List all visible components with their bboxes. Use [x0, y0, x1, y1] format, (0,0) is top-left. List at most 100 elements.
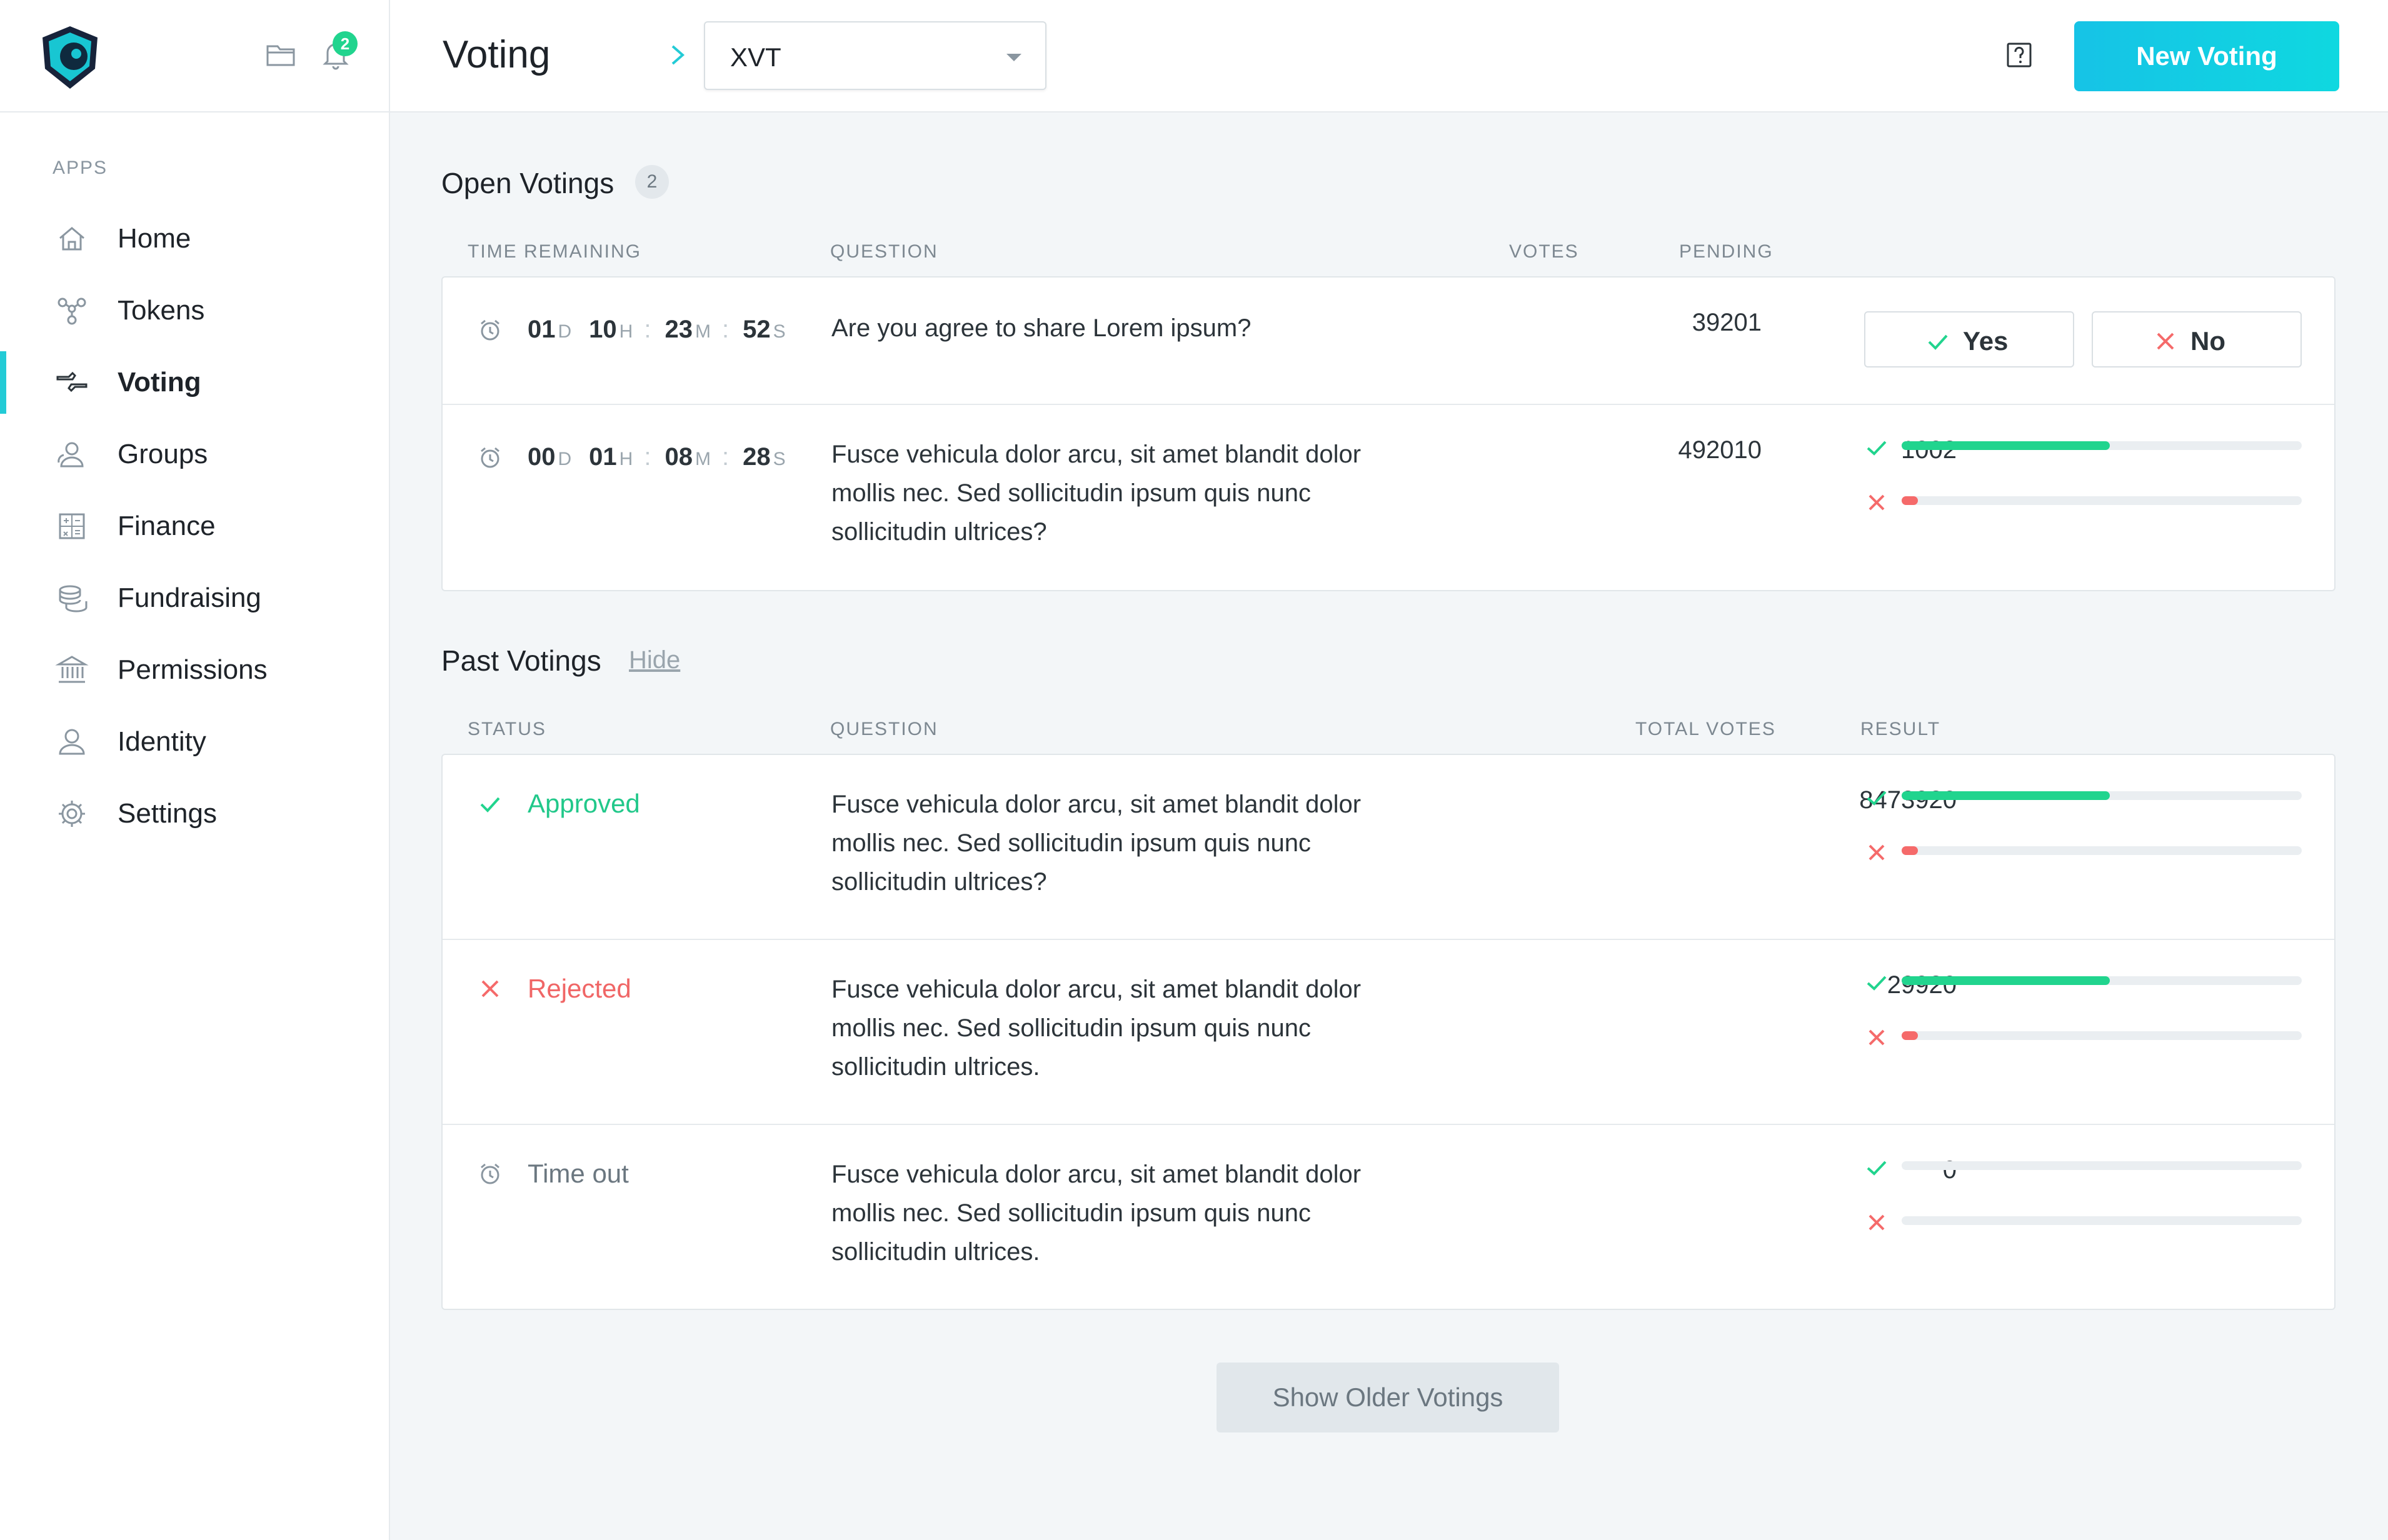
timer-hours: 01	[589, 443, 617, 471]
token-select[interactable]: XVT	[704, 21, 1046, 90]
timer-days: 01	[528, 316, 556, 343]
sidebar-item-home[interactable]: Home	[0, 208, 389, 270]
timer-seconds: 52	[743, 316, 771, 343]
notification-badge: 2	[333, 31, 358, 56]
open-votings-count: 2	[635, 165, 669, 199]
no-progress-bar	[1902, 1216, 2302, 1225]
question-text: Fusce vehicula dolor arcu, sit amet blan…	[831, 791, 1362, 896]
vote-yes-button[interactable]: Yes	[1864, 311, 2074, 368]
column-header-question: QUESTION	[830, 719, 938, 739]
yes-progress-bar	[1902, 791, 2302, 800]
sidebar-item-label: Settings	[118, 798, 217, 829]
sidebar-header: 2	[0, 0, 389, 112]
groups-icon	[58, 442, 84, 468]
chevron-right-icon	[671, 45, 685, 65]
token-select-value: XVT	[730, 42, 781, 72]
open-votings-title: Open Votings	[441, 167, 615, 199]
no-progress-fill	[1902, 496, 1918, 505]
check-icon	[1867, 441, 1887, 456]
vote-no-button[interactable]: No	[2092, 311, 2302, 368]
timer-hours: 10	[589, 316, 617, 343]
sidebar-item-label: Home	[118, 223, 191, 254]
total-votes-value: 0	[1942, 1156, 1957, 1184]
top-header: Voting XVT New Voting	[390, 0, 2388, 112]
column-header-votes: VOTES	[1509, 241, 1579, 262]
alarm-clock-icon	[481, 319, 499, 341]
sidebar-item-label: Fundraising	[118, 582, 261, 613]
column-header-result: RESULT	[1860, 719, 1941, 739]
sidebar-item-identity[interactable]: Identity	[0, 711, 389, 773]
past-votings-table: Approved Fusce vehicula dolor arcu, sit …	[441, 754, 2335, 1310]
question-text: Are you agree to share Lorem ipsum?	[831, 314, 1252, 342]
hide-past-link[interactable]: Hide	[629, 646, 680, 674]
sidebar-item-label: Groups	[118, 439, 208, 469]
time-remaining: 00 D 01 H: 08 M: 28 S	[478, 440, 803, 471]
open-votings-table: 01 D 10 H: 23 M: 52 S Are you agree to share…	[441, 276, 2335, 591]
folder-icon[interactable]	[263, 36, 299, 72]
status-timeout: Time out	[478, 1159, 629, 1189]
no-progress-bar	[1902, 846, 2302, 855]
sidebar-item-label: Finance	[118, 511, 216, 541]
sidebar-item-settings[interactable]: Settings	[0, 782, 389, 845]
sidebar-item-permissions[interactable]: Permissions	[0, 639, 389, 701]
page-title: Voting	[443, 33, 551, 76]
no-progress-fill	[1902, 846, 1918, 855]
check-icon	[1867, 791, 1887, 806]
votes-value: 39201	[1692, 309, 1762, 336]
timer-minutes: 08	[665, 443, 693, 471]
timer-unit: S	[773, 449, 786, 469]
table-row: 01 D 10 H: 23 M: 52 S Are you agree to share…	[443, 278, 2334, 405]
table-row: Time out Fusce vehicula dolor arcu, sit …	[443, 1125, 2334, 1309]
timer-minutes: 23	[665, 316, 693, 343]
question-text: Fusce vehicula dolor arcu, sit amet blan…	[831, 441, 1362, 546]
timer-unit: M	[695, 321, 711, 342]
pending-value: 1002	[1901, 436, 1957, 464]
sidebar-item-tokens[interactable]: Tokens	[0, 279, 389, 342]
apps-section-label: APPS	[53, 158, 108, 178]
timer-unit: S	[773, 321, 786, 342]
column-header-pending: PENDING	[1679, 241, 1773, 262]
check-icon	[1867, 1161, 1887, 1176]
close-icon	[1869, 1214, 1885, 1231]
timer-days: 00	[528, 443, 556, 471]
check-icon	[480, 797, 500, 812]
timer-unit: D	[558, 449, 572, 469]
settings-icon	[59, 801, 85, 827]
fundraising-icon	[59, 585, 88, 612]
chevron-down-icon	[1006, 54, 1021, 61]
votes-value: 492010	[1678, 436, 1762, 464]
app-logo[interactable]	[35, 22, 105, 92]
column-header-question: QUESTION	[830, 241, 938, 262]
sidebar-item-groups[interactable]: Groups	[0, 423, 389, 486]
sidebar-item-voting[interactable]: Voting	[0, 351, 389, 414]
sidebar-item-fundraising[interactable]: Fundraising	[0, 567, 389, 629]
past-votings-title: Past Votings	[441, 644, 601, 677]
sidebar: 2 APPS Home Tokens Voting Groups Finance…	[0, 0, 390, 1540]
table-row: Approved Fusce vehicula dolor arcu, sit …	[443, 755, 2334, 940]
close-icon	[1869, 494, 1885, 511]
timer-unit: H	[619, 449, 633, 469]
help-icon[interactable]	[2004, 40, 2034, 70]
timer-unit: M	[695, 449, 711, 469]
show-older-votings-button[interactable]: Show Older Votings	[1217, 1362, 1559, 1432]
new-voting-button[interactable]: New Voting	[2074, 21, 2339, 91]
column-header-total-votes: TOTAL VOTES	[1635, 719, 1776, 739]
status-approved: Approved	[478, 789, 640, 819]
sidebar-item-label: Voting	[118, 367, 201, 398]
column-header-time: TIME REMAINING	[468, 241, 642, 262]
sidebar-item-finance[interactable]: Finance	[0, 495, 389, 558]
voting-icon	[56, 371, 88, 392]
finance-icon	[59, 513, 85, 539]
yes-progress-fill	[1902, 441, 2110, 450]
alarm-clock-icon	[481, 1163, 499, 1184]
status-text: Rejected	[528, 974, 631, 1003]
column-header-status: STATUS	[468, 719, 546, 739]
close-icon	[1869, 844, 1885, 861]
no-progress-fill	[1902, 1031, 1918, 1040]
timer-separator: :	[644, 443, 651, 471]
status-text: Approved	[528, 789, 640, 818]
close-icon	[2157, 332, 2174, 350]
timer-separator: :	[644, 316, 651, 343]
yes-progress-bar	[1902, 1161, 2302, 1170]
question-text: Fusce vehicula dolor arcu, sit amet blan…	[831, 1161, 1362, 1266]
